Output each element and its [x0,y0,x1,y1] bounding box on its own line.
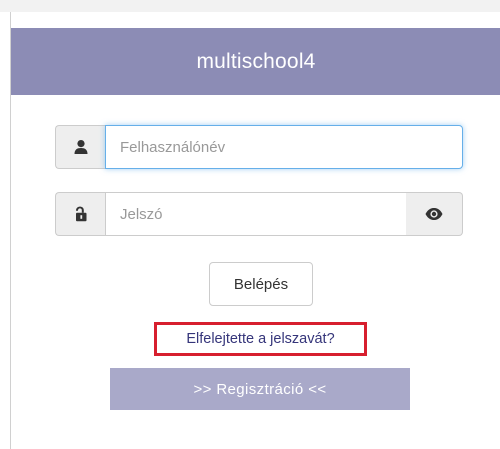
login-button[interactable]: Belépés [209,262,313,306]
password-group [55,192,463,236]
login-card: multischool4 Felhasználónév Belépés Elfe… [10,12,500,449]
username-input[interactable] [105,125,463,169]
forgot-password-link[interactable]: Elfelejtette a jelszavát? [186,331,334,347]
login-page: multischool4 Felhasználónév Belépés Elfe… [0,0,500,449]
username-group [55,125,463,169]
lock-icon [55,192,105,236]
password-input[interactable] [105,192,406,236]
app-title: multischool4 [196,49,316,73]
user-icon [55,125,105,169]
forgot-password-highlight: Elfelejtette a jelszavát? [154,322,367,356]
eye-icon[interactable] [406,192,463,236]
card-header: multischool4 [11,28,500,95]
top-strip [0,0,500,12]
register-button[interactable]: >> Regisztráció << [110,368,410,410]
